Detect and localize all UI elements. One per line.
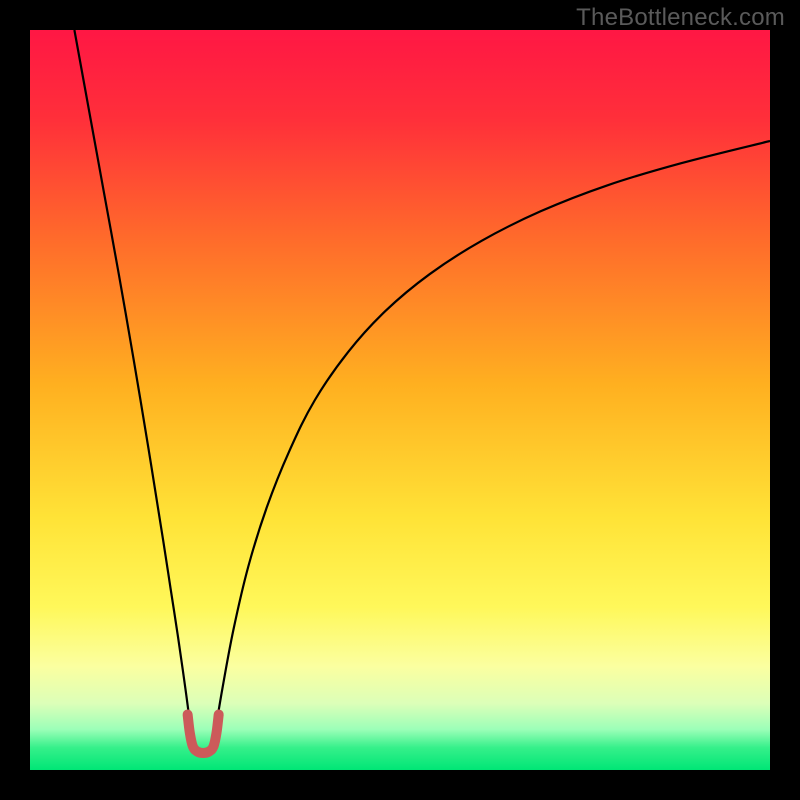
- watermark-text: TheBottleneck.com: [576, 4, 785, 32]
- bottleneck-curve-chart: [30, 30, 770, 770]
- chart-frame: TheBottleneck.com: [0, 0, 800, 800]
